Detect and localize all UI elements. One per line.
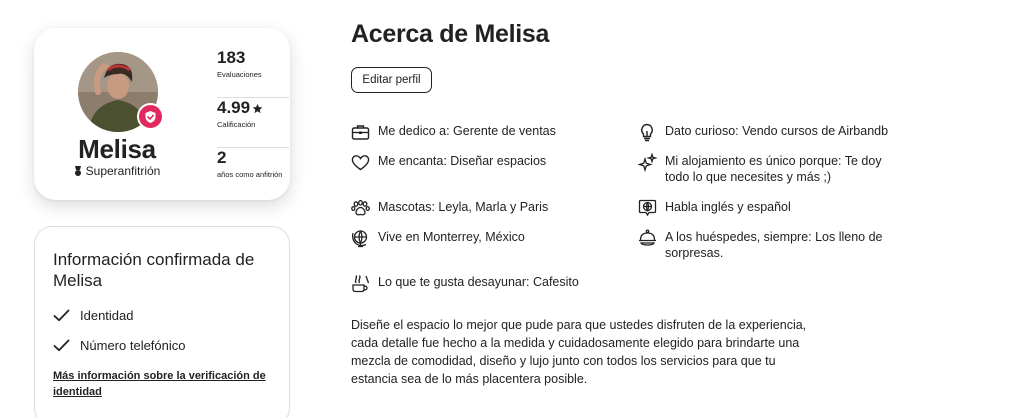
fact-text: Lo que te gusta desayunar: Cafesito	[378, 275, 579, 289]
confirmed-info-card: Información confirmada de Melisa Identid…	[34, 226, 290, 417]
fact-text: Dato curioso: Vendo cursos de Airbandb	[665, 124, 889, 138]
stat-value: 2	[217, 148, 227, 167]
check-icon	[53, 309, 70, 322]
superhost-medal-icon	[74, 165, 81, 176]
speech-globe-icon	[637, 199, 657, 217]
fact-text: Me dedico a: Gerente de ventas	[378, 124, 556, 138]
heart-icon	[350, 153, 370, 171]
fact-text: A los huéspedes, siempre: Los lleno de s…	[665, 230, 883, 260]
stat-label: Evaluaciones	[217, 70, 262, 79]
fact-pets: Mascotas: Leyla, Marla y Paris	[350, 199, 608, 217]
fact-breakfast: Lo que te gusta desayunar: Cafesito	[350, 274, 608, 292]
shield-check-icon	[145, 110, 156, 123]
stat-reviews[interactable]: 183 Evaluaciones	[217, 48, 289, 98]
confirmed-item-label: Identidad	[80, 308, 134, 323]
profile-card: Melisa Superanfitrión 183 Evaluaciones 4…	[34, 28, 290, 200]
avatar-wrap	[78, 52, 164, 132]
confirmed-item-phone: Número telefónico	[53, 338, 186, 353]
lightbulb-icon	[637, 123, 657, 141]
verified-badge	[137, 103, 164, 130]
stat-label: años como anfitrión	[217, 170, 283, 179]
fact-languages: Habla inglés y español	[637, 199, 895, 217]
fact-text: Habla inglés y español	[665, 200, 791, 214]
edit-profile-button[interactable]: Editar perfil	[351, 67, 432, 93]
fact-text: Mascotas: Leyla, Marla y Paris	[378, 200, 549, 214]
fact-lives-in: Vive en Monterrey, México	[350, 229, 608, 247]
fact-for-guests: A los huéspedes, siempre: Los lleno de s…	[637, 229, 895, 261]
fact-text: Me encanta: Diseñar espacios	[378, 154, 547, 168]
rating-value: 4.99	[217, 98, 251, 117]
superhost-label: Superanfitrión	[34, 164, 200, 178]
fact-text: Mi alojamiento es único porque: Te doy t…	[665, 154, 882, 184]
fact-fun-fact: Dato curioso: Vendo cursos de Airbandb	[637, 123, 905, 141]
stat-years-hosting: 2 años como anfitrión	[217, 148, 289, 198]
fact-loves: Me encanta: Diseñar espacios	[350, 153, 608, 171]
confirmed-info-title: Información confirmada de Melisa	[53, 250, 255, 290]
confirmed-item-identity: Identidad	[53, 308, 134, 323]
confirmed-item-label: Número telefónico	[80, 338, 186, 353]
cloche-icon	[637, 229, 657, 247]
fact-unique: Mi alojamiento es único porque: Te doy t…	[637, 152, 895, 185]
host-stats: 183 Evaluaciones 4.99 Calificación 2 año…	[217, 48, 289, 198]
stat-value: 4.99	[217, 98, 289, 118]
briefcase-icon	[350, 123, 370, 141]
stat-label: Calificación	[217, 120, 256, 129]
stat-value: 183	[217, 48, 246, 67]
star-icon	[252, 103, 263, 113]
paw-icon	[350, 199, 370, 217]
host-bio: Diseñe el espacio lo mejor que pude para…	[351, 318, 807, 386]
host-name: Melisa	[78, 134, 156, 164]
fact-work: Me dedico a: Gerente de ventas	[350, 123, 608, 141]
superhost-text: Superanfitrión	[85, 164, 161, 178]
fact-text: Vive en Monterrey, México	[378, 230, 525, 244]
identity-verification-link[interactable]: Más información sobre la verificación de…	[53, 368, 273, 400]
about-title: Acerca de Melisa	[351, 20, 550, 48]
stat-rating: 4.99 Calificación	[217, 98, 289, 148]
sparkles-icon	[637, 152, 657, 172]
breakfast-icon	[350, 274, 370, 292]
globe-pin-icon	[350, 229, 370, 247]
check-icon	[53, 339, 70, 352]
